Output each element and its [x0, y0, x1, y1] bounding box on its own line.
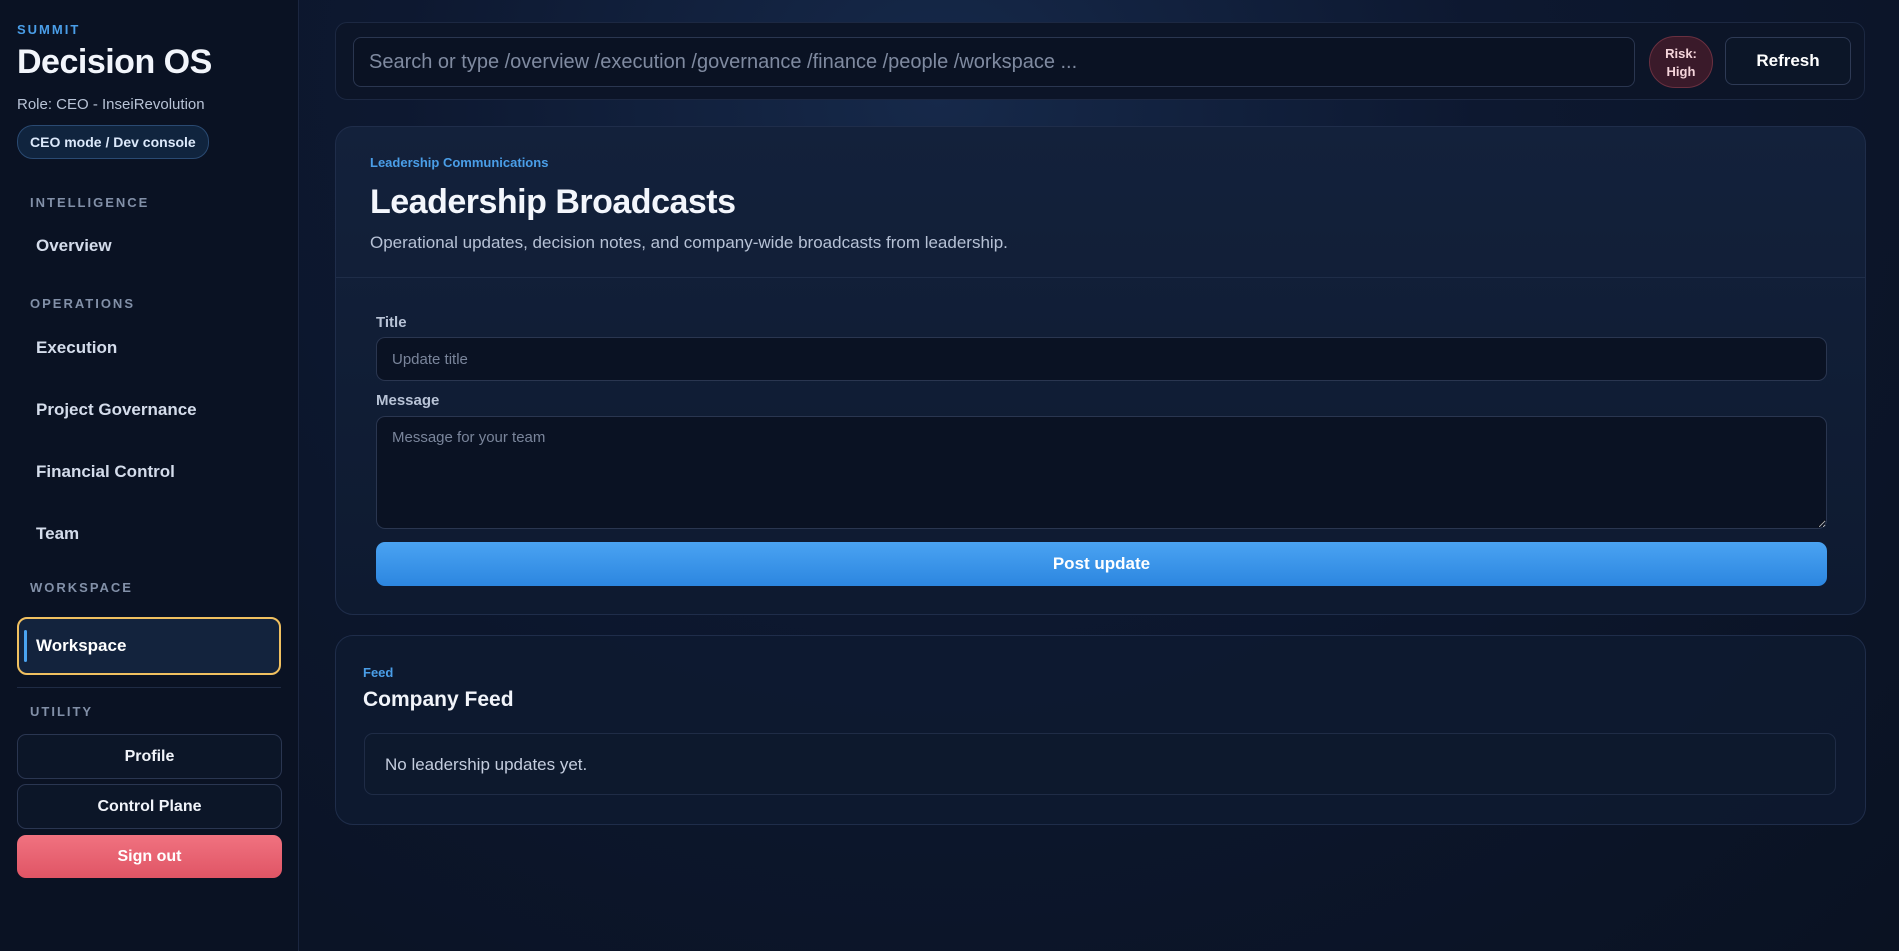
app-root: SUMMIT Decision OS Role: CEO - InseiRevo… — [0, 0, 1899, 951]
section-intelligence: INTELLIGENCE — [30, 195, 150, 210]
risk-value: High — [1666, 64, 1696, 79]
broadcast-kicker: Leadership Communications — [370, 155, 549, 170]
risk-badge[interactable]: Risk: High — [1649, 36, 1713, 88]
search-input[interactable] — [353, 37, 1635, 87]
feed-kicker: Feed — [363, 665, 394, 680]
sidebar-item-workspace[interactable]: Workspace — [17, 617, 281, 675]
brand-kicker: SUMMIT — [17, 22, 81, 37]
feed-card: Feed Company Feed No leadership updates … — [335, 635, 1866, 825]
mode-chip[interactable]: CEO mode / Dev console — [17, 125, 209, 159]
profile-button[interactable]: Profile — [17, 734, 282, 779]
sidebar: SUMMIT Decision OS Role: CEO - InseiRevo… — [0, 0, 299, 951]
broadcast-card: Leadership Communications Leadership Bro… — [335, 126, 1866, 615]
sidebar-divider — [17, 687, 281, 688]
refresh-button[interactable]: Refresh — [1725, 37, 1851, 85]
risk-label: Risk: — [1665, 46, 1697, 61]
role-label: Role: CEO - InseiRevolution — [17, 96, 205, 113]
sidebar-item-team[interactable]: Team — [17, 512, 281, 556]
sidebar-item-label: Workspace — [36, 636, 127, 655]
feed-empty-state: No leadership updates yet. — [364, 733, 1836, 795]
sidebar-item-financial-control[interactable]: Financial Control — [17, 450, 281, 494]
section-utility: UTILITY — [30, 704, 94, 719]
page-title: Leadership Broadcasts — [370, 183, 736, 221]
sidebar-item-overview[interactable]: Overview — [17, 224, 281, 268]
message-label: Message — [376, 392, 440, 409]
brand-title: Decision OS — [17, 43, 212, 81]
main-content: Risk: High Refresh Leadership Communicat… — [299, 0, 1899, 951]
title-label: Title — [376, 314, 407, 331]
feed-title: Company Feed — [363, 688, 514, 711]
message-textarea[interactable] — [376, 416, 1827, 529]
control-plane-button[interactable]: Control Plane — [17, 784, 282, 829]
section-workspace: WORKSPACE — [30, 580, 133, 595]
active-indicator — [24, 630, 27, 662]
sidebar-item-project-governance[interactable]: Project Governance — [17, 388, 281, 432]
post-update-button[interactable]: Post update — [376, 542, 1827, 586]
top-bar: Risk: High Refresh — [335, 22, 1865, 100]
page-subtitle: Operational updates, decision notes, and… — [370, 233, 1008, 252]
section-operations: OPERATIONS — [30, 296, 135, 311]
card-divider — [336, 277, 1865, 278]
title-input[interactable] — [376, 337, 1827, 381]
sign-out-button[interactable]: Sign out — [17, 835, 282, 878]
sidebar-item-execution[interactable]: Execution — [17, 326, 281, 370]
